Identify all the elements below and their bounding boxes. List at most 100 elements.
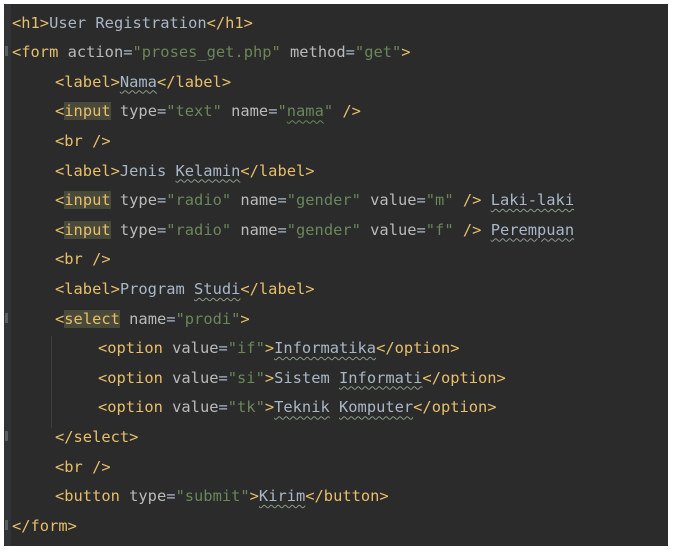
code-token: action <box>58 43 124 62</box>
code-token: "proses_get.php" <box>132 43 281 62</box>
code-token: /> <box>453 220 482 239</box>
code-token: = <box>345 43 355 62</box>
code-token: " <box>323 102 334 121</box>
code-token: </option> <box>422 368 506 387</box>
code-token: Jenis <box>119 161 167 180</box>
code-token: = <box>218 368 228 387</box>
code-editor[interactable]: <h1>User Registration</h1> <form action="… <box>4 4 668 546</box>
code-token: "si" <box>227 368 265 387</box>
code-line[interactable]: <label>Program Studi</label> <box>12 275 315 305</box>
code-token: </option> <box>413 398 497 417</box>
code-token: "text" <box>166 102 222 121</box>
code-token: = <box>166 487 176 506</box>
code-line[interactable]: </form> <box>12 512 77 542</box>
code-token: "radio" <box>166 191 232 210</box>
code-token: < <box>55 191 65 210</box>
code-token: input <box>64 191 111 210</box>
code-token: > <box>264 368 275 387</box>
code-token: name <box>221 102 269 121</box>
code-token: < <box>55 309 65 328</box>
code-line[interactable]: <label>Jenis Kelamin</label> <box>12 157 315 187</box>
code-token: </label> <box>156 72 232 91</box>
fold-marker-form-close[interactable] <box>5 520 8 530</box>
code-line[interactable]: <option value="si">Sistem Informati</opt… <box>12 364 506 394</box>
code-line[interactable]: <option value="if">Informatika</option> <box>12 334 459 364</box>
code-token: = <box>277 191 287 210</box>
code-token: </label> <box>240 279 315 298</box>
code-token: Nama <box>119 72 157 91</box>
fold-marker-form-open[interactable] <box>5 46 8 56</box>
code-token: Laki-laki <box>490 191 575 210</box>
code-token: </select> <box>55 427 139 446</box>
code-token: Sistem <box>274 368 330 387</box>
editor-gutter <box>4 4 11 546</box>
code-line[interactable]: <button type="submit">Kirim</button> <box>12 482 389 512</box>
code-token: = <box>166 309 176 328</box>
code-token: /> <box>333 102 361 121</box>
code-line[interactable]: <input type="radio" name="gender" value=… <box>12 186 574 216</box>
code-token: = <box>156 220 167 239</box>
code-token: = <box>156 102 167 121</box>
code-token: User Registration <box>49 13 207 32</box>
code-token: type <box>110 220 157 239</box>
code-line[interactable]: <form action="proses_get.php" method="ge… <box>12 38 411 68</box>
code-token: = <box>123 43 133 62</box>
code-token: </button> <box>305 487 389 506</box>
code-token: nama <box>286 102 324 121</box>
code-token: name <box>119 309 167 328</box>
fold-marker-select-open[interactable] <box>5 313 8 323</box>
code-line[interactable]: <select name="prodi"> <box>12 305 250 335</box>
code-token: "gender" <box>286 191 361 210</box>
code-token: input <box>64 102 111 121</box>
code-token: <br /> <box>55 250 111 269</box>
code-token: name <box>231 220 278 239</box>
code-token: Kelamin <box>175 161 241 180</box>
code-token: "if" <box>227 339 265 358</box>
code-line[interactable]: </select> <box>12 423 138 453</box>
code-token: type <box>110 102 157 121</box>
code-token: > <box>264 339 275 358</box>
code-token: "prodi" <box>175 309 241 328</box>
code-token: </h1> <box>206 13 253 32</box>
code-token: name <box>231 191 278 210</box>
code-token: <label> <box>55 72 120 91</box>
code-token: "tk" <box>227 398 265 417</box>
code-line[interactable]: <input type="radio" name="gender" value=… <box>12 216 574 246</box>
code-line[interactable]: <input type="text" name="nama" /> <box>12 97 361 127</box>
code-token: </option> <box>376 339 460 358</box>
code-token: = <box>416 191 426 210</box>
code-token: "radio" <box>166 220 232 239</box>
code-line[interactable]: <h1>User Registration</h1> <box>12 9 253 39</box>
code-token: "submit" <box>175 487 250 506</box>
code-token: <option <box>98 398 163 417</box>
code-token: "m" <box>425 191 454 210</box>
code-token: value <box>162 398 219 417</box>
code-token: type <box>119 487 167 506</box>
code-line[interactable]: <option value="tk">Teknik Komputer</opti… <box>12 393 497 423</box>
code-token: Studi <box>194 279 241 298</box>
code-token: Informatika <box>274 339 377 358</box>
code-token: value <box>162 368 219 387</box>
code-token: "get" <box>354 43 402 62</box>
code-token: <h1> <box>12 13 50 32</box>
code-line[interactable]: <br /> <box>12 453 111 483</box>
code-token: = <box>416 220 426 239</box>
code-line[interactable]: <br /> <box>12 127 111 157</box>
fold-marker-select-close[interactable] <box>5 431 8 441</box>
code-token: <option <box>98 368 163 387</box>
code-token: <option <box>98 339 163 358</box>
code-token: value <box>162 339 219 358</box>
code-token: <form <box>12 43 59 62</box>
code-token: < <box>55 102 65 121</box>
code-token: = <box>218 398 228 417</box>
code-line[interactable]: <label>Nama</label> <box>12 68 231 98</box>
code-line[interactable]: <br /> <box>12 245 111 275</box>
code-token: </label> <box>240 161 315 180</box>
code-token: value <box>360 191 417 210</box>
code-token: = <box>156 191 167 210</box>
